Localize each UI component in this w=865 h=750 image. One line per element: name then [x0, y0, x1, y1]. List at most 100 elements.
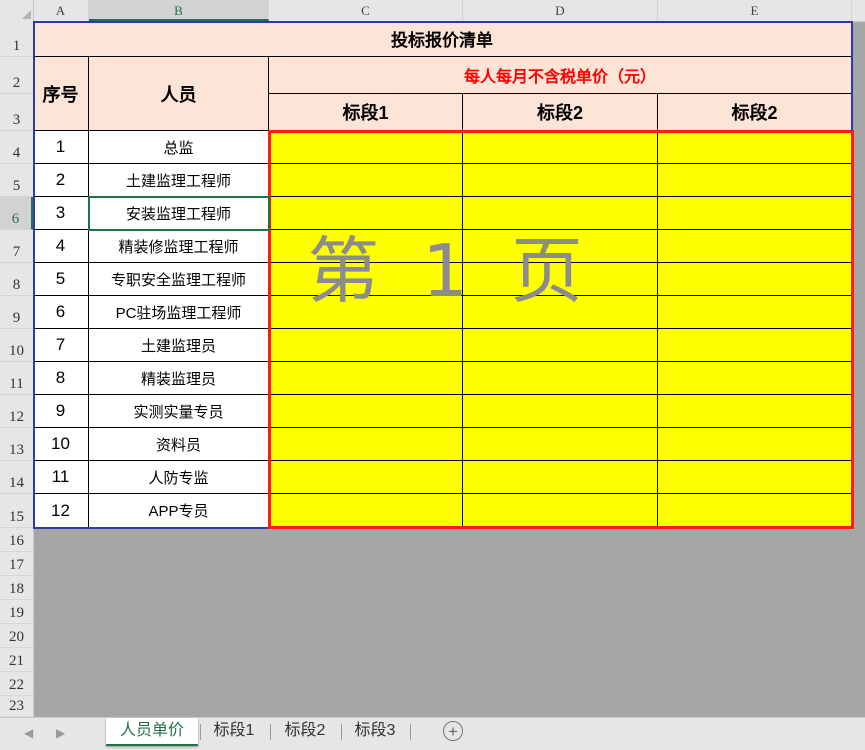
price-input-cell[interactable]: [269, 230, 463, 263]
person-cell[interactable]: PC驻场监理工程师: [89, 296, 269, 329]
price-input-cell[interactable]: [463, 197, 658, 230]
price-input-cell[interactable]: [463, 494, 658, 528]
price-input-cell[interactable]: [463, 263, 658, 296]
price-input-cell[interactable]: [463, 395, 658, 428]
price-input-cell[interactable]: [269, 296, 463, 329]
price-input-cell[interactable]: [463, 461, 658, 494]
row-header-5[interactable]: 5: [0, 164, 33, 197]
person-cell[interactable]: 专职安全监理工程师: [89, 263, 269, 296]
person-cell[interactable]: 人防专监: [89, 461, 269, 494]
sheet-tab-1[interactable]: 人员单价: [106, 718, 198, 746]
price-input-cell[interactable]: [658, 230, 852, 263]
row-header-2[interactable]: 2: [0, 57, 33, 94]
person-cell[interactable]: 精装修监理工程师: [89, 230, 269, 263]
row-header-14[interactable]: 14: [0, 461, 33, 494]
sheet-tab-2[interactable]: 标段1: [202, 718, 266, 744]
row-header-13[interactable]: 13: [0, 428, 33, 461]
price-input-cell[interactable]: [269, 395, 463, 428]
price-header-cell[interactable]: 每人每月不含税单价（元）: [269, 57, 852, 94]
seq-cell[interactable]: 8: [33, 362, 89, 395]
price-input-cell[interactable]: [269, 494, 463, 528]
seq-cell[interactable]: 2: [33, 164, 89, 197]
price-input-cell[interactable]: [463, 164, 658, 197]
person-cell[interactable]: 资料员: [89, 428, 269, 461]
person-cell[interactable]: 安装监理工程师: [89, 197, 269, 230]
person-header-cell[interactable]: 人员: [89, 57, 269, 131]
price-input-cell[interactable]: [269, 197, 463, 230]
row-header-22[interactable]: 22: [0, 672, 33, 696]
price-input-cell[interactable]: [658, 296, 852, 329]
price-input-cell[interactable]: [658, 329, 852, 362]
row-header-15[interactable]: 15: [0, 494, 33, 528]
row-header-10[interactable]: 10: [0, 329, 33, 362]
seq-cell[interactable]: 1: [33, 131, 89, 164]
price-input-cell[interactable]: [658, 428, 852, 461]
seq-cell[interactable]: 11: [33, 461, 89, 494]
price-input-cell[interactable]: [463, 428, 658, 461]
scroll-tabs-right-icon[interactable]: ▶: [56, 726, 65, 740]
row-header-8[interactable]: 8: [0, 263, 33, 296]
row-header-11[interactable]: 11: [0, 362, 33, 395]
row-header-20[interactable]: 20: [0, 624, 33, 648]
seq-cell[interactable]: 3: [33, 197, 89, 230]
table-title-cell[interactable]: 投标报价清单: [33, 21, 852, 57]
row-header-1[interactable]: 1: [0, 21, 33, 57]
person-cell[interactable]: 土建监理工程师: [89, 164, 269, 197]
scroll-tabs-left-icon[interactable]: ◀: [24, 726, 33, 740]
price-input-cell[interactable]: [658, 395, 852, 428]
row-header-6[interactable]: 6: [0, 197, 33, 230]
row-header-3[interactable]: 3: [0, 94, 33, 131]
price-input-cell[interactable]: [269, 461, 463, 494]
seq-header-cell[interactable]: 序号: [33, 57, 89, 131]
price-input-cell[interactable]: [463, 230, 658, 263]
price-input-cell[interactable]: [463, 362, 658, 395]
column-header-c[interactable]: C: [269, 0, 463, 21]
price-input-cell[interactable]: [658, 131, 852, 164]
segment-header-2[interactable]: 标段2: [463, 94, 658, 131]
price-input-cell[interactable]: [658, 164, 852, 197]
row-header-18[interactable]: 18: [0, 576, 33, 600]
select-all-button[interactable]: [0, 0, 34, 21]
price-input-cell[interactable]: [269, 164, 463, 197]
price-input-cell[interactable]: [658, 362, 852, 395]
column-header-e[interactable]: E: [658, 0, 852, 21]
price-input-cell[interactable]: [658, 461, 852, 494]
price-input-cell[interactable]: [269, 131, 463, 164]
seq-cell[interactable]: 7: [33, 329, 89, 362]
seq-cell[interactable]: 5: [33, 263, 89, 296]
column-header-b[interactable]: B: [89, 0, 269, 21]
row-header-9[interactable]: 9: [0, 296, 33, 329]
price-input-cell[interactable]: [269, 362, 463, 395]
seq-cell[interactable]: 9: [33, 395, 89, 428]
segment-header-3[interactable]: 标段2: [658, 94, 852, 131]
row-header-16[interactable]: 16: [0, 528, 33, 552]
person-cell[interactable]: 总监: [89, 131, 269, 164]
row-header-7[interactable]: 7: [0, 230, 33, 263]
row-header-4[interactable]: 4: [0, 131, 33, 164]
row-header-17[interactable]: 17: [0, 552, 33, 576]
sheet-tab-4[interactable]: 标段3: [343, 718, 407, 744]
price-input-cell[interactable]: [269, 329, 463, 362]
price-input-cell[interactable]: [463, 131, 658, 164]
price-input-cell[interactable]: [463, 296, 658, 329]
row-header-19[interactable]: 19: [0, 600, 33, 624]
price-input-cell[interactable]: [658, 197, 852, 230]
column-header-d[interactable]: D: [463, 0, 658, 21]
person-cell[interactable]: APP专员: [89, 494, 269, 528]
row-header-12[interactable]: 12: [0, 395, 33, 428]
price-input-cell[interactable]: [658, 494, 852, 528]
column-header-a[interactable]: A: [33, 0, 89, 21]
person-cell[interactable]: 实测实量专员: [89, 395, 269, 428]
segment-header-1[interactable]: 标段1: [269, 94, 463, 131]
price-input-cell[interactable]: [269, 263, 463, 296]
row-header-23[interactable]: 23: [0, 696, 33, 717]
seq-cell[interactable]: 4: [33, 230, 89, 263]
seq-cell[interactable]: 12: [33, 494, 89, 528]
price-input-cell[interactable]: [463, 329, 658, 362]
seq-cell[interactable]: 6: [33, 296, 89, 329]
price-input-cell[interactable]: [269, 428, 463, 461]
person-cell[interactable]: 土建监理员: [89, 329, 269, 362]
column-header-f[interactable]: [852, 0, 865, 21]
price-input-cell[interactable]: [658, 263, 852, 296]
add-sheet-icon[interactable]: +: [443, 721, 463, 741]
